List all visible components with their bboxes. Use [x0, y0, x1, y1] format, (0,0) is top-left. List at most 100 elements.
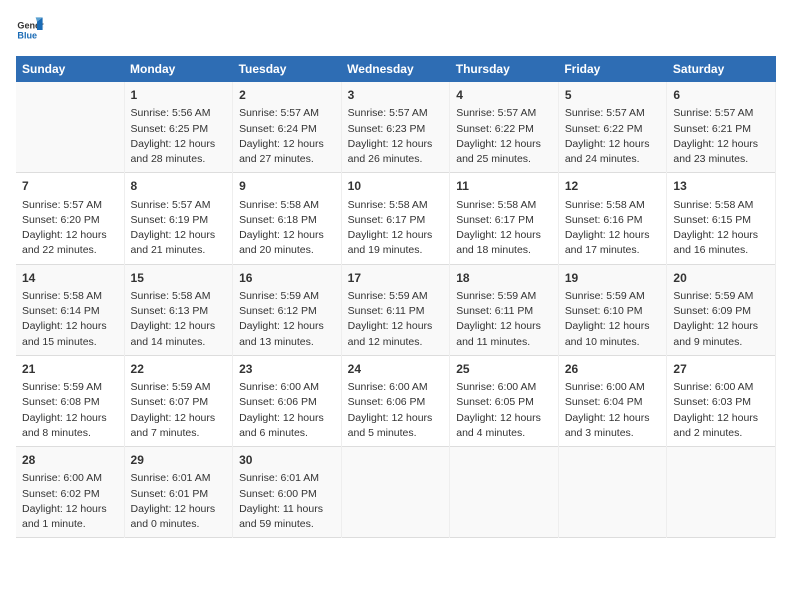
day-info: Sunrise: 5:57 AM Sunset: 6:20 PM Dayligh…	[22, 198, 118, 259]
calendar-cell: 14 Sunrise: 5:58 AM Sunset: 6:14 PM Dayli…	[16, 264, 124, 355]
header-cell-friday: Friday	[558, 56, 667, 82]
header-cell-sunday: Sunday	[16, 56, 124, 82]
calendar-cell	[450, 447, 559, 538]
day-info: Sunrise: 5:56 AM Sunset: 6:25 PM Dayligh…	[131, 106, 227, 167]
day-info: Sunrise: 5:59 AM Sunset: 6:12 PM Dayligh…	[239, 289, 335, 350]
calendar-cell: 3Sunrise: 5:57 AM Sunset: 6:23 PM Daylig…	[341, 82, 450, 173]
calendar-cell: 19 Sunrise: 5:59 AM Sunset: 6:10 PM Dayli…	[558, 264, 667, 355]
day-info: Sunrise: 5:58 AM Sunset: 6:14 PM Dayligh…	[22, 289, 118, 350]
calendar-cell: 29 Sunrise: 6:01 AM Sunset: 6:01 PM Dayli…	[124, 447, 233, 538]
page-header: General Blue	[16, 16, 776, 44]
day-info: Sunrise: 5:59 AM Sunset: 6:11 PM Dayligh…	[456, 289, 552, 350]
day-info: Sunrise: 5:59 AM Sunset: 6:10 PM Dayligh…	[565, 289, 661, 350]
day-info: Sunrise: 5:58 AM Sunset: 6:17 PM Dayligh…	[348, 198, 444, 259]
day-info: Sunrise: 5:58 AM Sunset: 6:15 PM Dayligh…	[673, 198, 769, 259]
calendar-cell: 30Sunrise: 6:01 AM Sunset: 6:00 PM Dayli…	[233, 447, 342, 538]
header-cell-wednesday: Wednesday	[341, 56, 450, 82]
header-cell-thursday: Thursday	[450, 56, 559, 82]
day-number: 4	[456, 87, 552, 104]
day-number: 17	[348, 270, 444, 287]
day-number: 1	[131, 87, 227, 104]
day-info: Sunrise: 6:01 AM Sunset: 6:01 PM Dayligh…	[131, 471, 227, 532]
day-number: 6	[673, 87, 769, 104]
day-info: Sunrise: 5:58 AM Sunset: 6:18 PM Dayligh…	[239, 198, 335, 259]
logo: General Blue	[16, 16, 48, 44]
day-info: Sunrise: 5:57 AM Sunset: 6:19 PM Dayligh…	[131, 198, 227, 259]
day-info: Sunrise: 5:59 AM Sunset: 6:07 PM Dayligh…	[131, 380, 227, 441]
day-info: Sunrise: 5:57 AM Sunset: 6:24 PM Dayligh…	[239, 106, 335, 167]
day-info: Sunrise: 5:58 AM Sunset: 6:17 PM Dayligh…	[456, 198, 552, 259]
day-number: 13	[673, 178, 769, 195]
calendar-cell: 26 Sunrise: 6:00 AM Sunset: 6:04 PM Dayli…	[558, 355, 667, 446]
calendar-cell: 24Sunrise: 6:00 AM Sunset: 6:06 PM Dayli…	[341, 355, 450, 446]
header-cell-monday: Monday	[124, 56, 233, 82]
calendar-cell: 21 Sunrise: 5:59 AM Sunset: 6:08 PM Dayli…	[16, 355, 124, 446]
calendar-cell: 20Sunrise: 5:59 AM Sunset: 6:09 PM Dayli…	[667, 264, 776, 355]
day-info: Sunrise: 6:00 AM Sunset: 6:04 PM Dayligh…	[565, 380, 661, 441]
calendar-cell: 4 Sunrise: 5:57 AM Sunset: 6:22 PM Daylig…	[450, 82, 559, 173]
header-cell-tuesday: Tuesday	[233, 56, 342, 82]
calendar-cell	[16, 82, 124, 173]
day-number: 12	[565, 178, 661, 195]
logo-icon: General Blue	[16, 16, 44, 44]
day-info: Sunrise: 6:00 AM Sunset: 6:06 PM Dayligh…	[239, 380, 335, 441]
calendar-body: 1 Sunrise: 5:56 AM Sunset: 6:25 PM Daylig…	[16, 82, 776, 538]
calendar-cell: 7 Sunrise: 5:57 AM Sunset: 6:20 PM Daylig…	[16, 173, 124, 264]
day-number: 22	[131, 361, 227, 378]
svg-text:Blue: Blue	[17, 30, 37, 40]
calendar-cell: 2 Sunrise: 5:57 AM Sunset: 6:24 PM Daylig…	[233, 82, 342, 173]
day-number: 14	[22, 270, 118, 287]
day-info: Sunrise: 5:58 AM Sunset: 6:16 PM Dayligh…	[565, 198, 661, 259]
calendar-cell: 10 Sunrise: 5:58 AM Sunset: 6:17 PM Dayli…	[341, 173, 450, 264]
day-number: 19	[565, 270, 661, 287]
day-number: 7	[22, 178, 118, 195]
calendar-cell	[558, 447, 667, 538]
day-number: 15	[131, 270, 227, 287]
day-info: Sunrise: 6:01 AM Sunset: 6:00 PM Dayligh…	[239, 471, 335, 532]
calendar-cell	[341, 447, 450, 538]
calendar-cell: 22 Sunrise: 5:59 AM Sunset: 6:07 PM Dayli…	[124, 355, 233, 446]
calendar-cell: 5 Sunrise: 5:57 AM Sunset: 6:22 PM Daylig…	[558, 82, 667, 173]
week-row-4: 21 Sunrise: 5:59 AM Sunset: 6:08 PM Dayli…	[16, 355, 776, 446]
calendar-cell	[667, 447, 776, 538]
calendar-cell: 11 Sunrise: 5:58 AM Sunset: 6:17 PM Dayli…	[450, 173, 559, 264]
day-number: 18	[456, 270, 552, 287]
day-number: 16	[239, 270, 335, 287]
week-row-3: 14 Sunrise: 5:58 AM Sunset: 6:14 PM Dayli…	[16, 264, 776, 355]
week-row-2: 7 Sunrise: 5:57 AM Sunset: 6:20 PM Daylig…	[16, 173, 776, 264]
day-info: Sunrise: 5:57 AM Sunset: 6:22 PM Dayligh…	[565, 106, 661, 167]
day-info: Sunrise: 5:57 AM Sunset: 6:23 PM Dayligh…	[348, 106, 444, 167]
calendar-cell: 1 Sunrise: 5:56 AM Sunset: 6:25 PM Daylig…	[124, 82, 233, 173]
calendar-table: SundayMondayTuesdayWednesdayThursdayFrid…	[16, 56, 776, 538]
day-number: 8	[131, 178, 227, 195]
day-info: Sunrise: 6:00 AM Sunset: 6:02 PM Dayligh…	[22, 471, 118, 532]
week-row-1: 1 Sunrise: 5:56 AM Sunset: 6:25 PM Daylig…	[16, 82, 776, 173]
day-info: Sunrise: 5:58 AM Sunset: 6:13 PM Dayligh…	[131, 289, 227, 350]
day-number: 26	[565, 361, 661, 378]
day-number: 23	[239, 361, 335, 378]
calendar-cell: 9 Sunrise: 5:58 AM Sunset: 6:18 PM Daylig…	[233, 173, 342, 264]
day-info: Sunrise: 5:57 AM Sunset: 6:22 PM Dayligh…	[456, 106, 552, 167]
calendar-cell: 18 Sunrise: 5:59 AM Sunset: 6:11 PM Dayli…	[450, 264, 559, 355]
day-info: Sunrise: 5:57 AM Sunset: 6:21 PM Dayligh…	[673, 106, 769, 167]
day-number: 29	[131, 452, 227, 469]
calendar-header: SundayMondayTuesdayWednesdayThursdayFrid…	[16, 56, 776, 82]
day-info: Sunrise: 5:59 AM Sunset: 6:09 PM Dayligh…	[673, 289, 769, 350]
day-info: Sunrise: 6:00 AM Sunset: 6:03 PM Dayligh…	[673, 380, 769, 441]
day-number: 2	[239, 87, 335, 104]
day-number: 11	[456, 178, 552, 195]
day-number: 5	[565, 87, 661, 104]
day-info: Sunrise: 5:59 AM Sunset: 6:08 PM Dayligh…	[22, 380, 118, 441]
day-number: 28	[22, 452, 118, 469]
day-number: 21	[22, 361, 118, 378]
calendar-cell: 6 Sunrise: 5:57 AM Sunset: 6:21 PM Daylig…	[667, 82, 776, 173]
week-row-5: 28 Sunrise: 6:00 AM Sunset: 6:02 PM Dayli…	[16, 447, 776, 538]
calendar-cell: 28 Sunrise: 6:00 AM Sunset: 6:02 PM Dayli…	[16, 447, 124, 538]
day-number: 25	[456, 361, 552, 378]
calendar-cell: 13 Sunrise: 5:58 AM Sunset: 6:15 PM Dayli…	[667, 173, 776, 264]
day-info: Sunrise: 5:59 AM Sunset: 6:11 PM Dayligh…	[348, 289, 444, 350]
calendar-cell: 25Sunrise: 6:00 AM Sunset: 6:05 PM Dayli…	[450, 355, 559, 446]
day-number: 9	[239, 178, 335, 195]
day-number: 10	[348, 178, 444, 195]
calendar-cell: 12 Sunrise: 5:58 AM Sunset: 6:16 PM Dayli…	[558, 173, 667, 264]
